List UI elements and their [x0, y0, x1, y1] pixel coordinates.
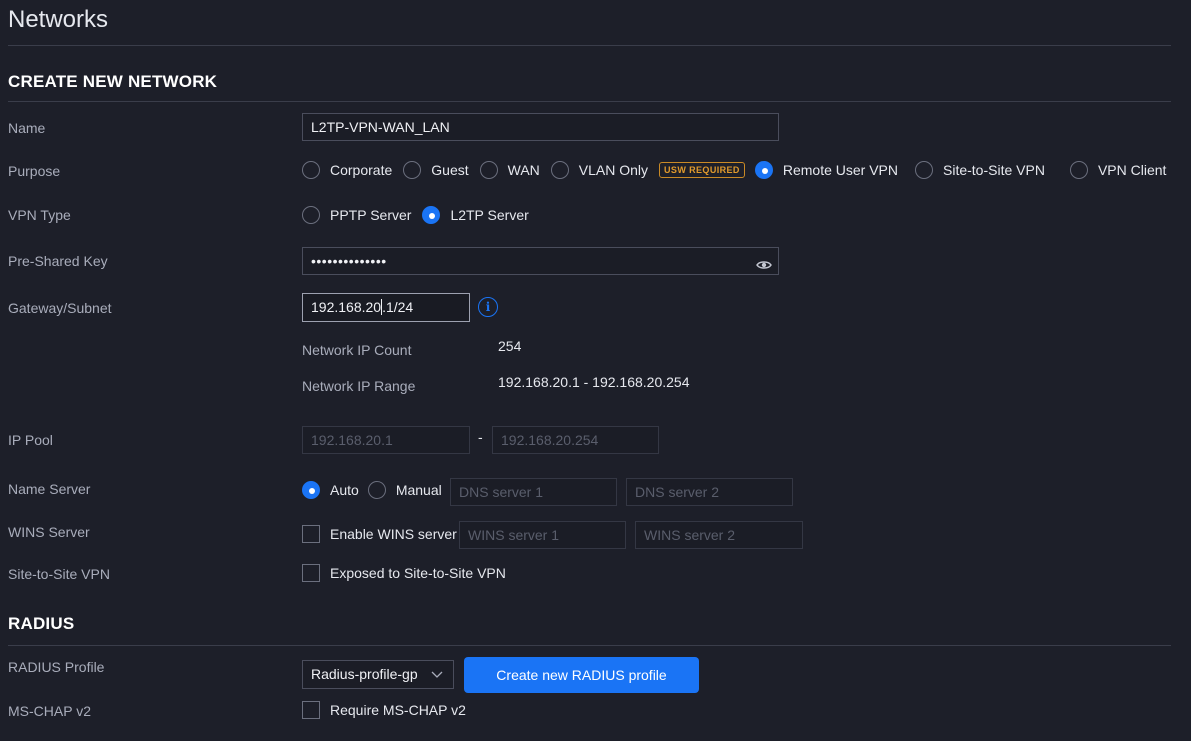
info-icon[interactable]: i — [478, 297, 498, 317]
require-mschap-checkbox[interactable] — [302, 701, 320, 719]
ip-count-value: 254 — [498, 338, 522, 354]
page-title: Networks — [8, 6, 109, 33]
chevron-down-icon — [431, 661, 443, 699]
ip-count-label: Network IP Count — [302, 342, 412, 358]
dns-server-2-input[interactable]: DNS server 2 — [626, 478, 793, 506]
purpose-option-label[interactable]: Guest — [431, 162, 468, 178]
gateway-value-part: .1/24 — [382, 299, 414, 315]
purpose-option-label[interactable]: WAN — [508, 162, 540, 178]
vpn-type-radio-l2tp[interactable] — [422, 206, 441, 224]
divider — [8, 645, 1171, 646]
gateway-input[interactable]: 192.168.20.1/24 — [302, 293, 470, 322]
vpn-type-radio-pptp[interactable] — [302, 206, 320, 224]
site-to-site-checkbox-row: Exposed to Site-to-Site VPN — [302, 563, 517, 583]
psk-input[interactable]: •••••••••••••• — [302, 247, 779, 275]
purpose-label: Purpose — [8, 163, 61, 179]
site-to-site-label: Site-to-Site VPN — [8, 566, 110, 582]
radius-profile-selected: Radius-profile-gp — [311, 666, 418, 682]
require-mschap-label[interactable]: Require MS-CHAP v2 — [330, 702, 466, 718]
wins-checkbox-row: Enable WINS server — [302, 524, 468, 544]
enable-wins-checkbox[interactable] — [302, 525, 320, 543]
name-input[interactable]: L2TP-VPN-WAN_LAN — [302, 113, 779, 141]
mschap-checkbox-row: Require MS-CHAP v2 — [302, 700, 477, 720]
dns-server-1-input[interactable]: DNS server 1 — [450, 478, 617, 506]
wins-server-2-input[interactable]: WINS server 2 — [635, 521, 803, 549]
exposed-site-to-site-label[interactable]: Exposed to Site-to-Site VPN — [330, 565, 506, 581]
purpose-radio-vpn-client[interactable] — [1069, 161, 1088, 179]
purpose-option-label[interactable]: VLAN Only — [579, 162, 648, 178]
name-server-option-label[interactable]: Auto — [330, 482, 359, 498]
gateway-label: Gateway/Subnet — [8, 300, 112, 316]
purpose-radio-group: Corporate Guest WAN VLAN Only USW REQUIR… — [302, 160, 1177, 180]
wins-label: WINS Server — [8, 524, 90, 540]
ip-pool-label: IP Pool — [8, 432, 53, 448]
vpn-type-radio-group: PPTP Server L2TP Server — [302, 205, 540, 225]
vpn-type-option-label[interactable]: PPTP Server — [330, 207, 411, 223]
enable-wins-label[interactable]: Enable WINS server — [330, 526, 457, 542]
purpose-radio-remote-user-vpn[interactable] — [754, 161, 773, 179]
mschap-label: MS-CHAP v2 — [8, 703, 91, 719]
vpn-type-option-label[interactable]: L2TP Server — [450, 207, 528, 223]
name-server-option-label[interactable]: Manual — [396, 482, 442, 498]
gateway-value-part: 192.168.20 — [311, 299, 382, 315]
purpose-radio-guest[interactable] — [403, 161, 422, 179]
divider — [8, 45, 1171, 46]
radius-profile-select[interactable]: Radius-profile-gp — [302, 660, 454, 689]
name-server-radio-manual[interactable] — [367, 481, 386, 499]
usw-required-badge: USW REQUIRED — [659, 162, 745, 178]
section-title-create: CREATE NEW NETWORK — [8, 72, 218, 91]
ip-pool-end-input[interactable]: 192.168.20.254 — [492, 426, 659, 454]
radius-profile-label: RADIUS Profile — [8, 659, 105, 675]
psk-label: Pre-Shared Key — [8, 253, 108, 269]
psk-masked-value: •••••••••••••• — [311, 253, 387, 269]
name-server-radio-group: Auto Manual — [302, 480, 453, 500]
purpose-radio-site-to-site-vpn[interactable] — [915, 161, 933, 179]
purpose-option-label[interactable]: Site-to-Site VPN — [943, 162, 1045, 178]
purpose-radio-vlan-only[interactable] — [550, 161, 569, 179]
purpose-option-label[interactable]: VPN Client — [1098, 162, 1166, 178]
vpn-type-label: VPN Type — [8, 207, 71, 223]
ip-pool-start-input[interactable]: 192.168.20.1 — [302, 426, 470, 454]
ip-range-value: 192.168.20.1 - 192.168.20.254 — [498, 374, 690, 390]
purpose-option-label[interactable]: Remote User VPN — [783, 162, 898, 178]
wins-server-1-input[interactable]: WINS server 1 — [459, 521, 626, 549]
name-server-radio-auto[interactable] — [302, 481, 320, 499]
purpose-radio-wan[interactable] — [479, 161, 498, 179]
exposed-site-to-site-checkbox[interactable] — [302, 564, 320, 582]
purpose-option-label[interactable]: Corporate — [330, 162, 392, 178]
ip-pool-separator: - — [478, 429, 483, 445]
name-server-label: Name Server — [8, 481, 91, 497]
name-label: Name — [8, 120, 46, 136]
divider — [8, 101, 1171, 102]
create-radius-profile-button[interactable]: Create new RADIUS profile — [464, 657, 699, 693]
section-title-radius: RADIUS — [8, 614, 75, 633]
ip-range-label: Network IP Range — [302, 378, 416, 394]
eye-icon[interactable] — [756, 254, 772, 280]
purpose-radio-corporate[interactable] — [302, 161, 320, 179]
